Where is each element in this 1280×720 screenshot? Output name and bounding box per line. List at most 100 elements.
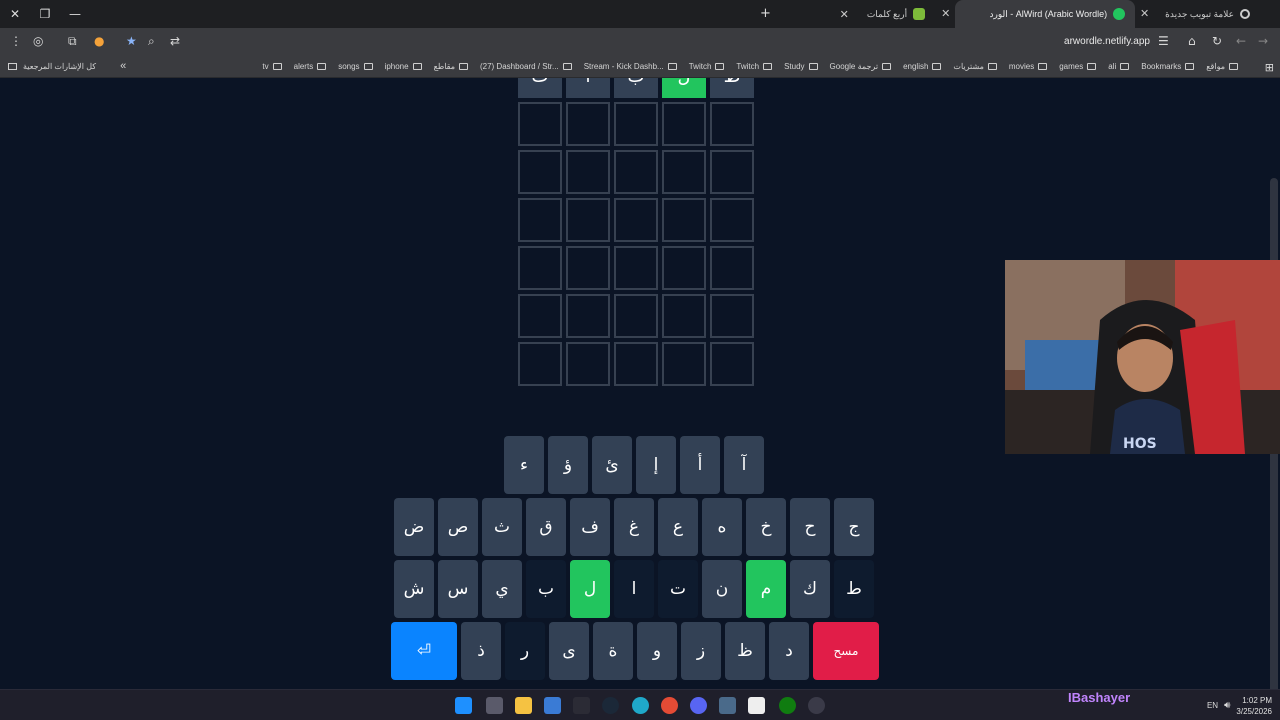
extensions-icon[interactable]: ⧉ [68,34,77,49]
edge-icon[interactable] [632,697,649,714]
bookmark-item[interactable]: songs [332,62,378,71]
discord-icon[interactable] [690,697,707,714]
bookmark-item[interactable]: Twitch [683,62,731,71]
keyboard-key[interactable]: ض [394,498,434,556]
keyboard-key[interactable]: ط [834,560,874,618]
bookmark-item[interactable]: iphone [379,62,428,71]
keyboard-key[interactable]: و [637,622,677,680]
tab-four-words[interactable]: أربع كلمات [857,0,935,28]
keyboard-key[interactable]: ى [549,622,589,680]
keyboard-key[interactable]: ز [681,622,721,680]
profile-icon[interactable]: ◎ [33,34,43,48]
keyboard-key[interactable]: أ [680,436,720,494]
close-tab-icon[interactable]: ✕ [941,7,950,20]
back-icon[interactable]: ← [1236,34,1246,48]
steam-icon[interactable] [602,697,619,714]
keyboard-key[interactable]: ت [658,560,698,618]
chrome-icon[interactable] [661,697,678,714]
bookmark-item[interactable]: مشتريات [947,62,1002,71]
search-app-icon[interactable] [719,697,736,714]
new-tab-plus-icon[interactable]: + [760,6,771,21]
double-chevron-icon[interactable]: « [120,60,126,72]
keyboard-key[interactable]: ء [504,436,544,494]
bookmark-item[interactable]: Stream - Kick Dashb... [578,62,683,71]
minimize-window-icon[interactable]: — [60,7,90,21]
keyboard-key[interactable]: ج [834,498,874,556]
keyboard-key[interactable]: ش [394,560,434,618]
keyboard-key[interactable]: ص [438,498,478,556]
keyboard-key[interactable]: إ [636,436,676,494]
bookmark-item[interactable]: movies [1003,62,1053,71]
keyboard-key[interactable]: ل [570,560,610,618]
tab-new-tab[interactable]: علامة تبويب جديدة [1155,0,1260,28]
zoom-icon[interactable]: ⌕ [148,34,155,49]
keyboard-key[interactable]: د [769,622,809,680]
bookmark-item[interactable]: tv [256,62,287,71]
keyboard-key[interactable]: ف [570,498,610,556]
keyboard-key[interactable]: آ [724,436,764,494]
tab-alwird[interactable]: ✕ AlWird (Arabic Wordle) - الورد ✕ [941,0,1149,28]
terminal-icon[interactable] [573,697,590,714]
keyboard-key[interactable]: ي [482,560,522,618]
file-explorer-icon[interactable] [515,697,532,714]
keyboard-key[interactable]: ؤ [548,436,588,494]
extension-orange-icon[interactable]: ● [94,34,104,48]
keyboard-key[interactable]: س [438,560,478,618]
bookmark-item[interactable]: ali [1102,62,1135,71]
keyboard-key[interactable]: ر [505,622,545,680]
bookmark-item[interactable]: Twitch [730,62,778,71]
bookmark-item[interactable]: Study [778,62,823,71]
url-text[interactable]: arwordle.netlify.app [1064,36,1150,47]
windows-start-icon[interactable] [455,697,472,714]
site-settings-icon[interactable]: ☰ [1158,34,1169,48]
xbox-icon[interactable] [779,697,796,714]
keyboard-key[interactable]: ئ [592,436,632,494]
bookmark-item[interactable]: games [1053,62,1102,71]
keyboard-key[interactable]: م [746,560,786,618]
bookmark-item[interactable]: (27) Dashboard / Str... [474,62,578,71]
close-tab-icon[interactable]: ✕ [840,8,849,21]
keyboard-key[interactable]: ا [614,560,654,618]
enter-key[interactable]: ⏎ [391,622,457,680]
bookmark-item[interactable]: english [897,62,947,71]
obs-icon[interactable] [748,697,765,714]
recording-icon[interactable] [808,697,825,714]
task-view-icon[interactable] [486,697,503,714]
bookmark-item[interactable]: Bookmarks [1135,62,1200,71]
keyboard-key[interactable]: غ [614,498,654,556]
reload-icon[interactable]: ↻ [1212,34,1222,48]
keyboard-key[interactable]: ن [702,560,742,618]
keyboard-key[interactable]: ذ [461,622,501,680]
clock[interactable]: 1:02 PM 3/25/2026 [1236,695,1272,717]
bookmark-star-icon[interactable]: ★ [126,34,137,48]
folder-icon [363,63,373,70]
forward-icon[interactable]: → [1258,34,1268,48]
restore-window-icon[interactable]: ❐ [30,7,60,21]
keyboard-key[interactable]: ع [658,498,698,556]
menu-dots-icon[interactable]: ⋮ [10,34,22,48]
language-indicator[interactable]: EN [1207,701,1218,710]
volume-icon[interactable]: 🔊︎ [1224,700,1230,711]
bookmark-item[interactable]: مواقع [1200,62,1244,71]
keyboard-key[interactable]: ظ [725,622,765,680]
close-window-icon[interactable]: ✕ [0,7,30,21]
keyboard-key[interactable]: ح [790,498,830,556]
keyboard-key[interactable]: ه [702,498,742,556]
store-icon[interactable] [544,697,561,714]
close-tab-icon[interactable]: ✕ [1140,7,1149,20]
keyboard-key[interactable]: ب [526,560,566,618]
delete-key[interactable]: مسح [813,622,879,680]
keyboard-key[interactable]: ق [526,498,566,556]
bookmark-item[interactable]: Google ترجمة [824,62,898,71]
keyboard-key[interactable]: ك [790,560,830,618]
keyboard-key[interactable]: ث [482,498,522,556]
home-icon[interactable]: ⌂ [1188,34,1196,48]
all-bookmarks[interactable]: كل الإشارات المرجعية « [8,60,126,72]
bookmark-item[interactable]: مقاطع [428,62,474,71]
keyboard-key[interactable]: خ [746,498,786,556]
bookmark-item[interactable]: alerts [288,62,333,71]
apps-grid-icon[interactable]: ⊞ [1265,61,1274,74]
all-bookmarks-label: كل الإشارات المرجعية [23,61,97,71]
keyboard-key[interactable]: ة [593,622,633,680]
share-icon[interactable]: ⇄ [170,34,180,48]
